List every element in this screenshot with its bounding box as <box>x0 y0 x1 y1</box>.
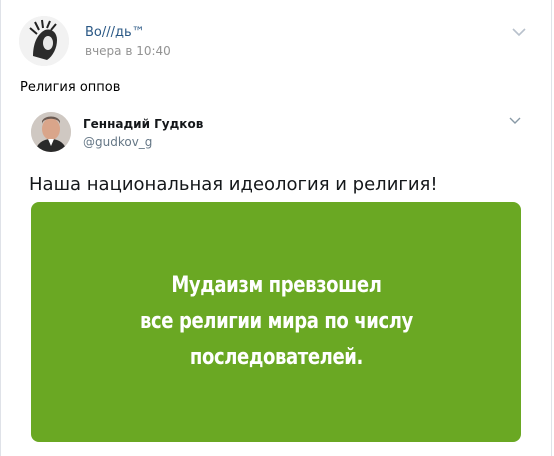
post-text: Религия оппов <box>20 80 121 95</box>
embedded-tweet: Геннадий Гудков @gudkov_g Наша националь… <box>29 108 535 456</box>
tweet-image-line: Мудаизм превзошел <box>170 273 382 298</box>
post-card: Во///дь™ вчера в 10:40 Религия оппов Ген… <box>0 0 552 456</box>
author-link[interactable]: Во///дь™ <box>85 25 145 40</box>
post-time[interactable]: вчера в 10:40 <box>85 44 171 58</box>
tweet-image-line: последователей. <box>189 345 363 370</box>
tweet-author-avatar[interactable] <box>31 112 71 152</box>
author-avatar[interactable] <box>19 16 69 66</box>
tweet-author-handle[interactable]: @gudkov_g <box>83 135 152 149</box>
tweet-author-name[interactable]: Геннадий Гудков <box>83 117 203 131</box>
tweet-image[interactable]: Мудаизм превзошел все религии мира по чи… <box>31 202 521 442</box>
chevron-down-icon[interactable] <box>511 26 527 38</box>
tweet-image-text: Мудаизм превзошел все религии мира по чи… <box>140 268 413 376</box>
tweet-image-line: все религии мира по числу <box>139 309 413 334</box>
tweet-text: Наша национальная идеология и религия! <box>29 174 438 195</box>
chevron-down-icon[interactable] <box>509 116 521 125</box>
